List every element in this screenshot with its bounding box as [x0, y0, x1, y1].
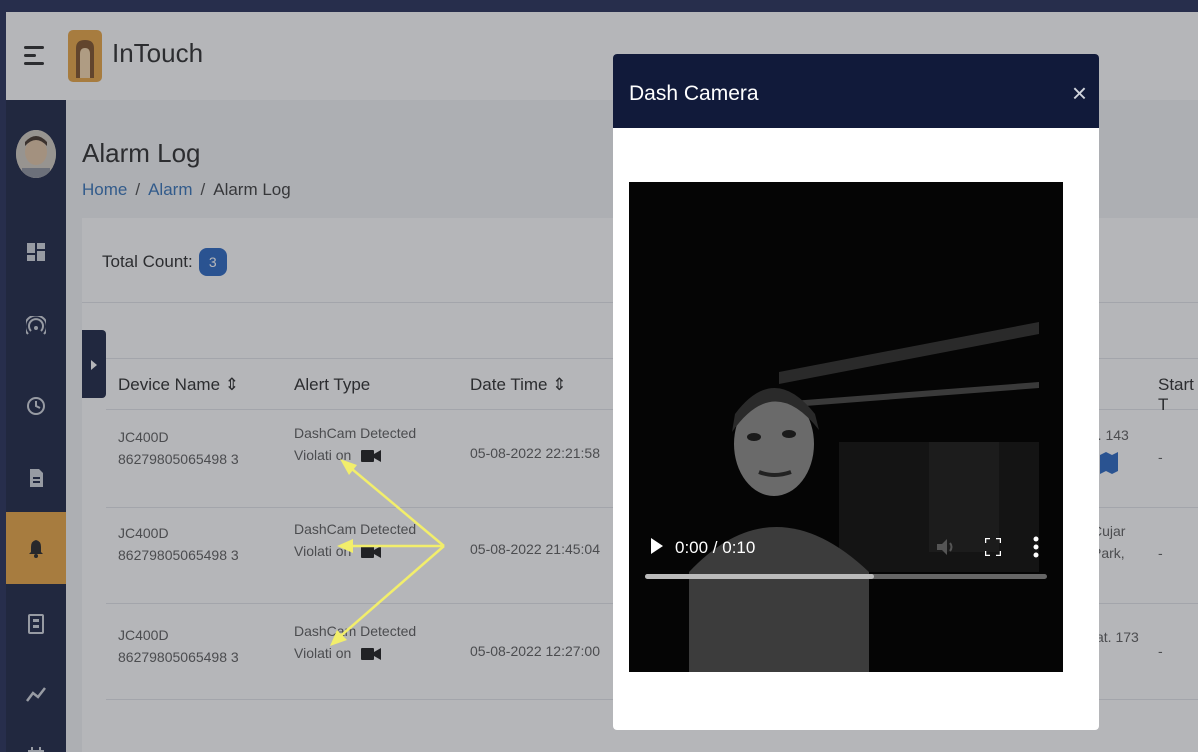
arrow-line — [335, 545, 445, 641]
video-frame — [629, 182, 1063, 672]
arrowhead — [337, 539, 353, 553]
arrow-line — [345, 463, 445, 547]
modal-title: Dash Camera — [629, 82, 759, 105]
volume-icon[interactable] — [937, 538, 957, 556]
more-options-icon[interactable] — [1033, 536, 1039, 558]
video-controls: 0:00 / 0:10 — [629, 522, 1063, 582]
dash-camera-modal: Dash Camera × 0:00 / 0:10 — [613, 54, 1099, 730]
close-icon[interactable]: × — [1072, 80, 1087, 106]
modal-header: Dash Camera × — [613, 54, 1099, 128]
video-progress-fill — [645, 574, 875, 579]
video-time: 0:00 / 0:10 — [675, 538, 756, 557]
video-progress-bar[interactable] — [645, 574, 1047, 579]
fullscreen-icon[interactable] — [985, 538, 1001, 556]
video-player[interactable]: 0:00 / 0:10 — [629, 182, 1063, 672]
play-icon[interactable] — [651, 538, 663, 554]
